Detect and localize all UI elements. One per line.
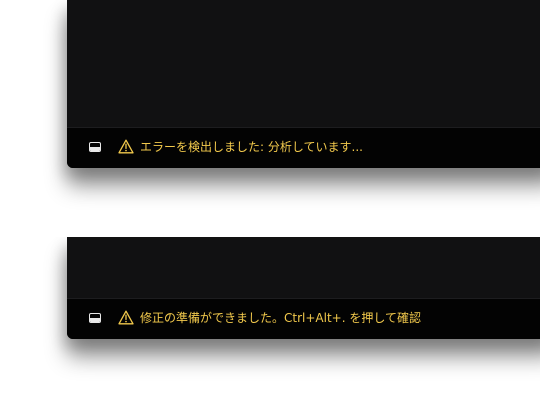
status-message[interactable]: エラーを検出しました: 分析しています... — [140, 139, 363, 155]
status-bar: 修正の準備ができました。Ctrl+Alt+. を押して確認 — [67, 298, 540, 339]
screenshot-bottom-state: 修正の準備ができました。Ctrl+Alt+. を押して確認 — [0, 237, 540, 405]
editor-window: 修正の準備ができました。Ctrl+Alt+. を押して確認 — [67, 237, 540, 339]
editor-window: エラーを検出しました: 分析しています... — [67, 0, 540, 168]
status-message[interactable]: 修正の準備ができました。Ctrl+Alt+. を押して確認 — [140, 310, 421, 326]
status-bar: エラーを検出しました: 分析しています... — [67, 127, 540, 168]
warning-icon[interactable] — [118, 310, 134, 325]
screenshot-top-state: エラーを検出しました: 分析しています... — [0, 0, 540, 237]
panel-toggle-icon[interactable] — [89, 142, 101, 152]
warning-icon[interactable] — [118, 139, 134, 154]
panel-toggle-icon[interactable] — [89, 313, 101, 323]
